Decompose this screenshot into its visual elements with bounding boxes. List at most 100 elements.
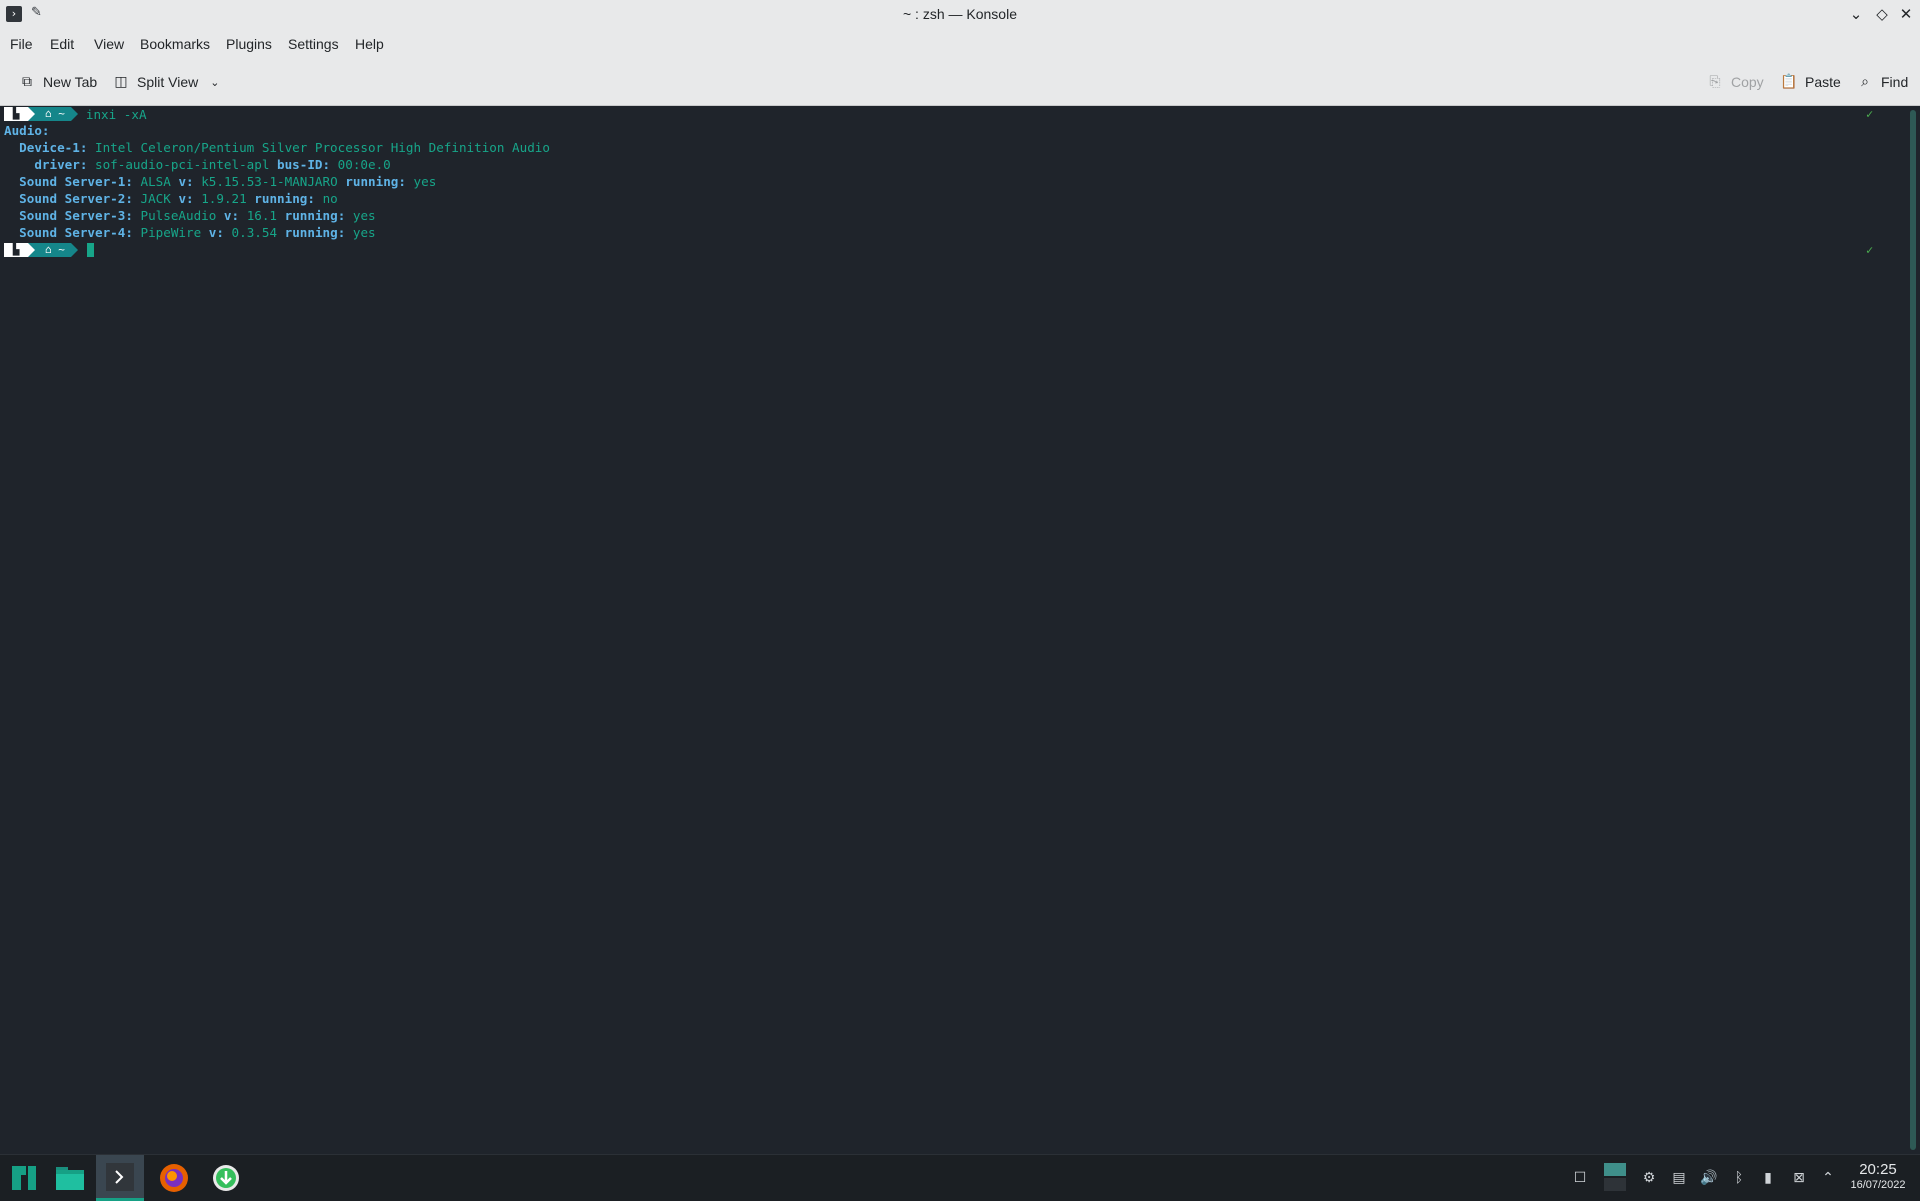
output-key: Sound Server-3: <box>19 208 133 223</box>
output-key: Audio: <box>4 123 50 138</box>
new-tab-icon: ⧉ <box>22 74 32 90</box>
output-value: no <box>322 191 338 206</box>
menu-file[interactable]: File <box>10 36 33 52</box>
output-value: yes <box>413 174 437 189</box>
prompt-directory: ⌂ ~ <box>35 243 71 257</box>
output-key: running: <box>254 191 315 206</box>
output-value: 1.9.21 <box>201 191 247 206</box>
output-value: k5.15.53-1-MANJARO <box>201 174 338 189</box>
minimize-button[interactable]: ⌄ <box>1846 4 1866 24</box>
find-button[interactable]: ⌕ Find <box>1856 71 1908 93</box>
terminal-scrollbar[interactable] <box>1910 110 1916 1150</box>
output-value: yes <box>352 208 376 223</box>
chevron-up-icon[interactable]: ⌃ <box>1817 1167 1839 1189</box>
firefox-icon <box>160 1164 188 1192</box>
download-icon <box>213 1165 239 1191</box>
prompt: ▙ ⌂ ~ <box>4 243 94 257</box>
volume-icon[interactable]: 🔊 <box>1698 1167 1720 1189</box>
output-key: v: <box>223 208 240 223</box>
split-view-button[interactable]: ◫ Split View ⌄ <box>112 71 219 93</box>
menu-settings[interactable]: Settings <box>288 36 339 52</box>
output-value: PulseAudio <box>140 208 217 223</box>
menu-bookmarks[interactable]: Bookmarks <box>140 36 210 52</box>
output-value: sof-audio-pci-intel-apl <box>95 157 270 172</box>
main-toolbar: ⧉ New Tab ◫ Split View ⌄ ⎘ Copy 📋 Paste … <box>0 58 1920 106</box>
prompt-home-label: ~ <box>58 243 65 256</box>
bluetooth-icon[interactable]: ᛒ <box>1728 1167 1750 1189</box>
home-icon: ⌂ <box>45 107 52 120</box>
split-view-icon: ◫ <box>114 74 128 90</box>
manjaro-logo-icon <box>12 1166 36 1190</box>
home-icon: ⌂ <box>45 243 52 256</box>
new-tab-button[interactable]: ⧉ New Tab <box>18 71 97 93</box>
output-key: bus-ID: <box>277 157 331 172</box>
battery-icon[interactable]: ▮ <box>1757 1167 1779 1189</box>
output-key: v: <box>178 191 194 206</box>
menu-view[interactable]: View <box>94 36 124 52</box>
application-launcher-button[interactable] <box>0 1155 48 1201</box>
menu-bar: File Edit View Bookmarks Plugins Setting… <box>0 28 1920 58</box>
output-line: Sound Server-2: JACK v: 1.9.21 running: … <box>4 190 338 207</box>
window-titlebar: › ✎ ~ : zsh — Konsole ⌄ ◇ ✕ <box>0 0 1920 28</box>
prompt-home-label: ~ <box>58 107 65 120</box>
show-desktop-icon[interactable]: ☐ <box>1569 1167 1591 1189</box>
paste-label: Paste <box>1805 74 1841 90</box>
output-key: Device-1: <box>19 140 88 155</box>
prompt: ▙ ⌂ ~ inxi -xA <box>4 106 147 122</box>
taskbar-konsole[interactable] <box>96 1155 144 1201</box>
pager-icon[interactable] <box>1604 1163 1626 1191</box>
status-check-icon: ✓ <box>1866 243 1874 257</box>
network-disconnected-icon[interactable]: ⊠ <box>1788 1167 1810 1189</box>
command-text: inxi -xA <box>85 106 147 122</box>
output-value: yes <box>352 225 376 240</box>
taskbar: ☐ ⚙ ▤ 🔊 ᛒ ▮ ⊠ ⌃ 20:25 16/07/2022 <box>0 1154 1920 1201</box>
paste-icon: 📋 <box>1780 74 1798 90</box>
close-button[interactable]: ✕ <box>1896 4 1916 24</box>
menu-help[interactable]: Help <box>355 36 384 52</box>
prompt-separator <box>28 243 35 257</box>
manjaro-logo-icon: ▙ <box>4 243 28 257</box>
output-line: Sound Server-1: ALSA v: k5.15.53-1-MANJA… <box>4 173 436 190</box>
prompt-directory: ⌂ ~ <box>35 107 71 121</box>
menu-plugins[interactable]: Plugins <box>226 36 272 52</box>
output-line: Device-1: Intel Celeron/Pentium Silver P… <box>4 139 550 156</box>
output-key: v: <box>178 174 194 189</box>
output-value: PipeWire <box>140 225 202 240</box>
clipboard-icon[interactable]: ▤ <box>1668 1167 1690 1189</box>
taskbar-package-manager[interactable] <box>202 1155 250 1201</box>
output-value: ALSA <box>140 174 171 189</box>
copy-button[interactable]: ⎘ Copy <box>1706 71 1764 93</box>
prompt-separator <box>28 107 35 121</box>
terminal-area[interactable]: ▙ ⌂ ~ inxi -xA ✓ Audio: Device-1: Intel … <box>0 106 1920 1154</box>
output-line: Sound Server-3: PulseAudio v: 16.1 runni… <box>4 207 376 224</box>
prompt-separator-end <box>70 243 78 257</box>
kde-connect-icon[interactable]: ⚙ <box>1638 1167 1660 1189</box>
output-value: 00:0e.0 <box>337 157 391 172</box>
window-title: ~ : zsh — Konsole <box>902 6 1017 22</box>
taskbar-file-manager[interactable] <box>46 1155 94 1201</box>
output-key: Sound Server-4: <box>19 225 133 240</box>
new-tab-label: New Tab <box>43 74 98 90</box>
terminal-icon <box>106 1162 134 1191</box>
find-label: Find <box>1881 74 1909 90</box>
text-cursor <box>86 243 94 257</box>
split-view-label: Split View <box>137 74 199 90</box>
output-key: running: <box>284 225 346 240</box>
clock-date: 16/07/2022 <box>1850 1179 1906 1191</box>
digital-clock[interactable]: 20:25 16/07/2022 <box>1842 1161 1914 1191</box>
output-line: Audio: <box>4 122 50 139</box>
clock-time: 20:25 <box>1859 1161 1897 1178</box>
chevron-down-icon[interactable]: ⌄ <box>210 76 219 89</box>
manjaro-logo-icon: ▙ <box>4 107 28 121</box>
output-key: Sound Server-1: <box>19 174 133 189</box>
output-key: driver: <box>34 157 88 172</box>
output-key: v: <box>208 225 224 240</box>
output-value: 0.3.54 <box>231 225 278 240</box>
taskbar-firefox[interactable] <box>150 1155 198 1201</box>
copy-label: Copy <box>1731 74 1764 90</box>
maximize-button[interactable]: ◇ <box>1872 4 1892 24</box>
menu-edit[interactable]: Edit <box>50 36 74 52</box>
output-key: Sound Server-2: <box>19 191 133 206</box>
paste-button[interactable]: 📋 Paste <box>1780 71 1841 93</box>
output-value: Intel Celeron/Pentium Silver Processor H… <box>95 140 550 155</box>
